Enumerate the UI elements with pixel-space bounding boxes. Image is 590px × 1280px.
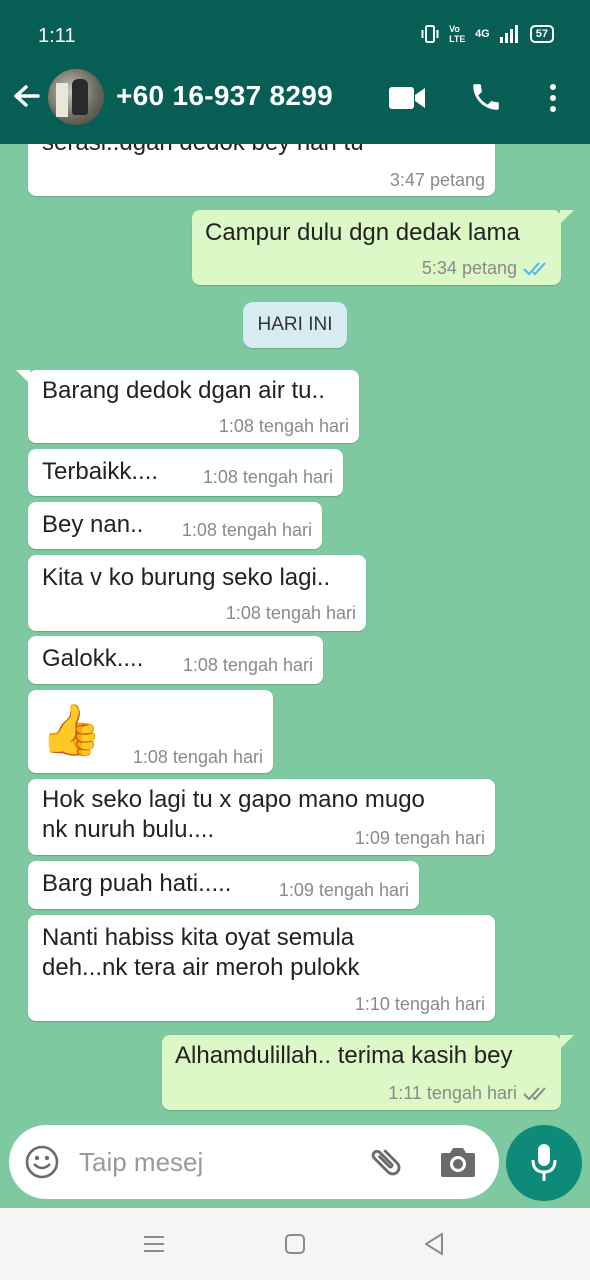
network-type: 4G — [475, 28, 490, 40]
delivered-ticks-icon — [523, 1087, 546, 1101]
bubble-tail — [560, 210, 574, 224]
message-time: 1:08 tengah hari — [218, 416, 349, 436]
battery-icon: 57 — [529, 25, 554, 43]
message-time: 1:11 tengah hari — [388, 1083, 517, 1103]
message-incoming[interactable]: Kita v ko burung seko lagi.. 1:08 tengah… — [28, 555, 366, 631]
thumbs-up-emoji: 👍 — [40, 702, 103, 758]
message-text: Terbaikk.... — [42, 458, 159, 485]
mic-icon — [531, 1144, 557, 1181]
paperclip-icon[interactable] — [367, 1143, 405, 1181]
read-ticks-icon — [523, 262, 546, 276]
date-chip: HARI INI — [243, 302, 347, 348]
message-text: Bey nan.. — [42, 511, 144, 538]
message-incoming[interactable]: serasi..dgan dedok bey hari tu 3:47 peta… — [28, 144, 495, 196]
message-text: Galokk.... — [42, 645, 144, 672]
message-incoming[interactable]: Barg puah hati..... 1:09 tengah hari — [28, 861, 419, 909]
message-text: Barang dedok dgan air tu.. — [42, 377, 325, 404]
status-bar: 1:11 Vo LTE 4G 57 — [0, 0, 590, 52]
voice-record-button[interactable] — [506, 1125, 582, 1201]
status-time: 1:11 — [38, 25, 76, 47]
video-call-icon[interactable] — [388, 84, 426, 112]
message-incoming[interactable]: Hok seko lagi tu x gapo mano mugo nk nur… — [28, 779, 495, 855]
message-incoming[interactable]: Barang dedok dgan air tu.. 1:08 tengah h… — [28, 370, 359, 443]
bubble-tail — [560, 1035, 574, 1049]
message-incoming[interactable]: Nanti habiss kita oyat semula deh...nk t… — [28, 915, 495, 1021]
message-time: 1:08 tengah hari — [132, 747, 263, 767]
message-outgoing[interactable]: Campur dulu dgn dedak lama 5:34 petang — [192, 210, 561, 285]
chat-header: +60 16-937 8299 — [0, 52, 590, 144]
message-time: 1:09 tengah hari — [354, 828, 485, 848]
message-text: Barg puah hati..... — [42, 870, 232, 897]
more-vert-icon[interactable] — [546, 82, 560, 114]
vibrate-icon — [421, 25, 439, 43]
emoji-icon[interactable] — [25, 1145, 59, 1179]
system-nav-bar — [0, 1208, 590, 1280]
phone-icon[interactable] — [469, 80, 503, 114]
message-composer[interactable]: Taip mesej — [9, 1125, 499, 1199]
message-text: Hok seko lagi tu x gapo mano mugo — [42, 786, 425, 813]
message-time: 5:34 petang — [421, 258, 517, 278]
message-time: 1:10 tengah hari — [354, 994, 485, 1014]
message-input[interactable]: Taip mesej — [79, 1147, 203, 1178]
camera-icon[interactable] — [439, 1145, 477, 1179]
signal-icon — [499, 25, 518, 43]
message-incoming[interactable]: Terbaikk.... 1:08 tengah hari — [28, 449, 343, 496]
message-incoming[interactable]: Bey nan.. 1:08 tengah hari — [28, 502, 322, 549]
message-time: 1:08 tengah hari — [202, 467, 333, 487]
menu-icon[interactable] — [143, 1234, 165, 1254]
message-incoming[interactable]: Galokk.... 1:08 tengah hari — [28, 636, 323, 684]
contact-title[interactable]: +60 16-937 8299 — [116, 80, 333, 112]
message-incoming[interactable]: 👍 1:08 tengah hari — [28, 690, 273, 773]
avatar[interactable] — [48, 69, 104, 125]
back-nav-icon[interactable] — [423, 1232, 445, 1256]
message-time: 1:08 tengah hari — [225, 603, 356, 623]
message-text: Kita v ko burung seko lagi.. — [42, 564, 331, 591]
message-time: 1:09 tengah hari — [278, 880, 409, 900]
message-text: nk nuruh bulu.... — [42, 816, 215, 843]
message-outgoing[interactable]: Alhamdulillah.. terima kasih bey 1:11 te… — [162, 1035, 561, 1110]
arrow-left-icon[interactable] — [10, 80, 42, 112]
message-text: deh...nk tera air meroh pulokk — [42, 954, 360, 981]
message-time: 1:08 tengah hari — [182, 655, 313, 675]
message-time: 1:08 tengah hari — [181, 520, 312, 540]
volte-icon: Vo LTE — [449, 24, 466, 44]
message-text: serasi..dgan dedok bey hari tu — [42, 144, 364, 158]
message-list[interactable]: serasi..dgan dedok bey hari tu 3:47 peta… — [0, 144, 590, 1120]
message-text: Campur dulu dgn dedak lama — [205, 219, 520, 246]
message-text: Alhamdulillah.. terima kasih bey — [175, 1042, 513, 1069]
status-icons: Vo LTE 4G 57 — [421, 24, 554, 44]
message-time: 3:47 petang — [389, 170, 485, 190]
home-icon[interactable] — [284, 1233, 306, 1255]
message-text: Nanti habiss kita oyat semula — [42, 924, 355, 951]
